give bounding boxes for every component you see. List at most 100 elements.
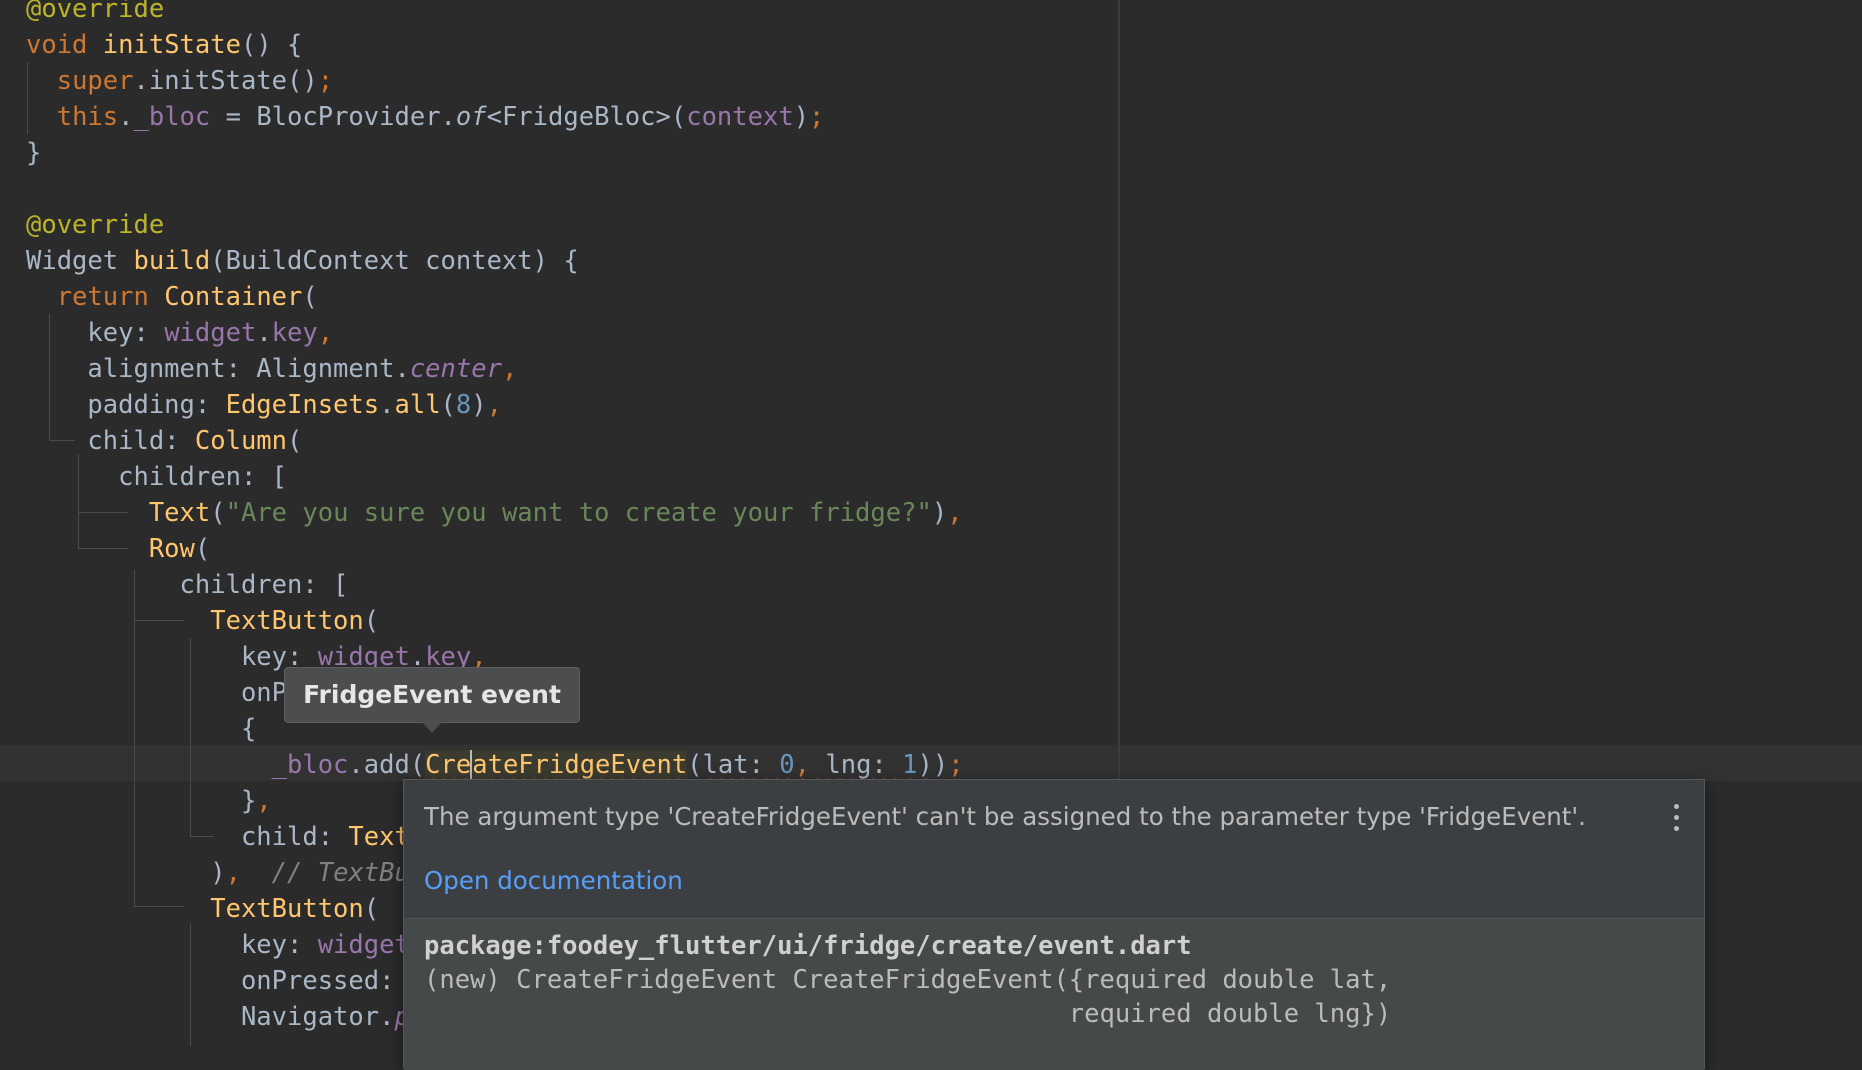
code-line[interactable]: Navigator.pop (26, 999, 441, 1035)
code-token: return (56, 282, 149, 312)
code-token: Navigator. (240, 1002, 395, 1032)
code-token: , (486, 390, 502, 420)
code-token: initState (102, 30, 241, 60)
error-section: The argument type 'CreateFridgeEvent' ca… (404, 780, 1704, 918)
code-line[interactable]: this._bloc = BlocProvider.of<FridgeBloc>… (26, 99, 825, 135)
code-token: widget (317, 930, 410, 960)
code-token: , (225, 858, 241, 888)
code-line[interactable]: Widget build(BuildContext context) { (26, 243, 579, 279)
tooltip-arrow (422, 722, 442, 733)
error-popup[interactable]: The argument type 'CreateFridgeEvent' ca… (403, 779, 1705, 1070)
code-token: ( (363, 894, 380, 924)
open-documentation-link[interactable]: Open documentation (424, 865, 683, 897)
code-token: build (133, 246, 211, 276)
code-token: ateFridgeEvent (470, 750, 688, 780)
code-token: ) (931, 498, 948, 528)
code-line[interactable]: key: widget.k (26, 927, 441, 963)
code-token: Widget (26, 246, 134, 276)
code-line[interactable]: void initState() { (26, 27, 302, 63)
code-line[interactable]: children: [ (26, 567, 349, 603)
code-token: Text (148, 498, 211, 528)
code-token: 0 (779, 750, 795, 780)
code-token: Column (194, 426, 288, 456)
code-token: . (379, 390, 395, 420)
code-token: ) (210, 858, 226, 888)
error-message: The argument type 'CreateFridgeEvent' ca… (424, 802, 1586, 831)
code-token: . (256, 318, 272, 348)
code-line[interactable]: TextButton( (26, 603, 379, 639)
code-token: Row (148, 534, 195, 564)
code-line[interactable]: super.initState(); (26, 63, 333, 99)
code-token: ; (948, 750, 964, 780)
code-token: of (455, 102, 487, 132)
code-token: ; (317, 66, 334, 96)
code-line[interactable]: _bloc.add(CreateFridgeEvent(lat: 0, lng:… (26, 747, 964, 783)
parameter-info-tooltip: FridgeEvent event (284, 667, 580, 723)
code-line[interactable]: } (26, 135, 41, 171)
code-line[interactable]: ), // TextButt (26, 855, 440, 891)
code-token: . (118, 102, 134, 132)
code-token: padding: (87, 390, 226, 420)
code-token: ; (809, 102, 825, 132)
doc-package-path: package:foodey_flutter/ui/fridge/create/… (424, 931, 1192, 961)
code-token: key: (87, 318, 165, 348)
code-token: alignment: Alignment. (87, 354, 410, 384)
code-token: children: [ (179, 570, 349, 600)
code-line[interactable]: padding: EdgeInsets.all(8), (26, 387, 502, 423)
code-line[interactable]: Row( (26, 531, 210, 567)
code-line[interactable]: { (26, 711, 256, 747)
code-token: , (501, 354, 518, 384)
code-line[interactable]: key: widget.key, (26, 315, 333, 351)
code-token: _bloc (271, 750, 349, 780)
code-token: Container (164, 282, 303, 312)
code-token: ( (440, 390, 456, 420)
code-line[interactable]: @override (26, 207, 164, 243)
code-line[interactable]: @override (26, 0, 164, 27)
code-token: key (271, 318, 318, 348)
code-token: TextButton (210, 894, 364, 924)
code-token: .add( (348, 750, 426, 780)
code-token: lng: (810, 750, 903, 780)
vertical-ellipsis-icon[interactable] (1666, 802, 1686, 834)
code-token: void (26, 30, 88, 60)
code-token: ( (210, 498, 226, 528)
code-token: TextButton (210, 606, 364, 636)
code-token: ) (793, 102, 810, 132)
code-token: , (256, 786, 272, 816)
code-token: @override (26, 210, 165, 240)
code-token: ) (471, 390, 487, 420)
code-line[interactable]: TextButton( (26, 891, 379, 927)
code-line[interactable]: return Container( (26, 279, 318, 315)
code-token: } (240, 786, 257, 816)
code-line[interactable]: children: [ (26, 459, 287, 495)
code-token: ( (194, 534, 211, 564)
code-token: , (794, 750, 811, 780)
code-line[interactable]: child: Text(" (26, 819, 441, 855)
code-line[interactable]: alignment: Alignment.center, (26, 351, 517, 387)
code-line[interactable]: child: Column( (26, 423, 302, 459)
code-line[interactable]: }, (26, 783, 272, 819)
code-token: .initState() (133, 66, 318, 96)
code-line[interactable]: Text("Are you sure you want to create yo… (26, 495, 963, 531)
code-token: ( (287, 426, 303, 456)
code-line[interactable]: onPre (26, 675, 318, 711)
code-line[interactable]: onPressed: () (26, 963, 441, 999)
code-token: lat: (702, 750, 780, 780)
code-token: , (317, 318, 334, 348)
